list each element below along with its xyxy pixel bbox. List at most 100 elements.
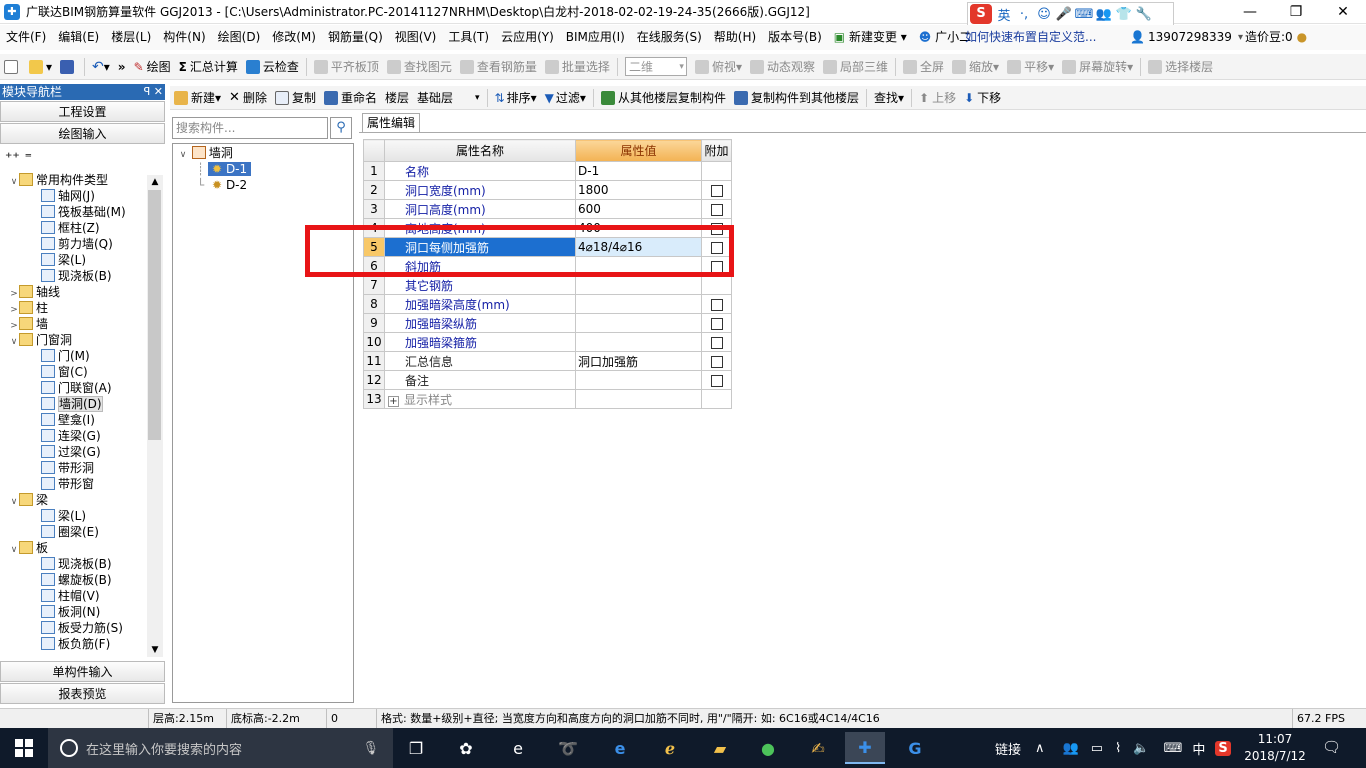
attach-checkbox[interactable] (710, 355, 723, 368)
module-tree-item[interactable]: 门(M) (3, 348, 163, 364)
property-value-cell[interactable]: D-1 (575, 161, 702, 181)
header-attach[interactable]: 附加 (701, 139, 732, 162)
user-phone[interactable]: 13907298339 (1148, 25, 1232, 50)
tree-scrollbar[interactable]: ▲ ▼ (147, 175, 163, 657)
people-icon[interactable]: 👥 (1063, 741, 1079, 756)
component-item-d1[interactable]: ┊ ✹ D-1 (173, 161, 353, 177)
property-row-number[interactable]: 1 (363, 161, 385, 181)
microphone-icon[interactable]: 🎙 (362, 741, 379, 756)
property-row-number[interactable]: 12 (363, 370, 385, 390)
property-row[interactable]: 11 汇总信息 洞口加强筋 (363, 351, 732, 371)
module-tree-item[interactable]: 门联窗(A) (3, 380, 163, 396)
pan-button[interactable]: 平移 ▾ (1003, 56, 1058, 78)
property-row-number[interactable]: 3 (363, 199, 385, 219)
tray-links-label[interactable]: 链接 (995, 739, 1021, 758)
menu-tools[interactable]: 工具(T) (442, 25, 495, 50)
open-file-button[interactable]: ▾ (25, 56, 56, 78)
sort-button[interactable]: ⇅ 排序 ▾ (491, 87, 541, 109)
help-link[interactable]: 如何快速布置自定义范... (965, 25, 1096, 50)
rename-button[interactable]: 重命名 (320, 87, 381, 109)
new-component-button[interactable]: 新建 ▾ (170, 87, 225, 109)
find-element-button[interactable]: 查找图元 (383, 56, 456, 78)
notes-app-icon[interactable]: ✍ (798, 732, 838, 764)
usb-icon[interactable]: ▭ (1091, 741, 1103, 756)
property-row-number[interactable]: 2 (363, 180, 385, 200)
edge-browser-icon[interactable]: e (600, 732, 640, 764)
move-down-button[interactable]: ⬇ 下移 (960, 87, 1005, 109)
property-name-cell[interactable]: + 显示样式 (384, 389, 576, 409)
scroll-thumb[interactable] (148, 190, 161, 440)
property-row[interactable]: 1 名称 D-1 (363, 161, 732, 181)
glodon-app-icon[interactable]: ✚ (845, 732, 885, 764)
attach-checkbox[interactable] (710, 317, 723, 330)
new-file-button[interactable] (0, 56, 25, 78)
copy-to-floor-button[interactable]: 复制构件到其他楼层 (730, 87, 863, 109)
header-property-name[interactable]: 属性名称 (384, 139, 576, 162)
toolbar-overflow[interactable]: » (114, 56, 130, 78)
report-preview-button[interactable]: 报表预览 (0, 683, 165, 704)
sum-calc-button[interactable]: Σ 汇总计算 (175, 56, 242, 78)
menu-new-change[interactable]: ▣ 新建变更 ▾ (828, 25, 913, 50)
attach-checkbox[interactable] (710, 374, 723, 387)
property-name-cell[interactable]: 备注 (384, 370, 576, 390)
wifi-icon[interactable]: ⌇ (1115, 741, 1121, 756)
component-item-d2[interactable]: └ ✹ D-2 (173, 177, 353, 193)
module-tree-item[interactable]: ∨ 板 (3, 540, 163, 556)
header-property-value[interactable]: 属性值 (575, 139, 702, 162)
attach-checkbox[interactable] (710, 336, 723, 349)
undo-button[interactable]: ↶ ▾ (88, 56, 114, 78)
move-up-button[interactable]: ⬆ 上移 (915, 87, 960, 109)
zoom-button[interactable]: 缩放 ▾ (948, 56, 1003, 78)
module-tree-item[interactable]: ∨ 门窗洞 (3, 332, 163, 348)
menu-draw[interactable]: 绘图(D) (212, 25, 267, 50)
property-value-cell[interactable]: 1800 (575, 180, 702, 200)
draw-button[interactable]: ✎ 绘图 (130, 56, 175, 78)
floor-select[interactable]: 基础层 ▾ (413, 87, 484, 109)
property-name-cell[interactable]: 名称 (384, 161, 576, 181)
module-tree-item[interactable]: 轴网(J) (3, 188, 163, 204)
module-tree-item[interactable]: 板负筋(F) (3, 636, 163, 652)
scroll-down-icon[interactable]: ▼ (147, 643, 163, 657)
volume-icon[interactable]: 🔈 (1133, 741, 1149, 756)
task-view-icon[interactable]: ❐ (396, 732, 436, 764)
module-tree-item[interactable]: 壁龛(I) (3, 412, 163, 428)
menu-version[interactable]: 版本号(B) (762, 25, 828, 50)
module-tree-item[interactable]: 柱帽(V) (3, 588, 163, 604)
property-row-number[interactable]: 7 (363, 275, 385, 295)
keyboard-icon[interactable]: ⌨ (1074, 7, 1094, 22)
property-row-number[interactable]: 11 (363, 351, 385, 371)
copy-button[interactable]: 复制 (271, 87, 320, 109)
save-button[interactable] (56, 56, 81, 78)
property-name-cell[interactable]: 洞口高度(mm) (384, 199, 576, 219)
module-tree-item[interactable]: 螺旋板(B) (3, 572, 163, 588)
windows-start-icon[interactable] (0, 728, 48, 768)
module-tree-item[interactable]: 窗(C) (3, 364, 163, 380)
local-3d-button[interactable]: 局部三维 (819, 56, 892, 78)
module-tree-item[interactable]: > 墙 (3, 316, 163, 332)
property-name-cell[interactable]: 洞口宽度(mm) (384, 180, 576, 200)
view-rebar-button[interactable]: 查看钢筋量 (456, 56, 541, 78)
property-row[interactable]: 12 备注 (363, 370, 732, 390)
menu-cloud[interactable]: 云应用(Y) (495, 25, 560, 50)
property-value-cell[interactable] (575, 332, 702, 352)
browser-360-icon[interactable]: ● (748, 732, 788, 764)
chevron-up-icon[interactable]: ∧ (1035, 741, 1045, 756)
keyboard-icon[interactable]: ⌨ (1164, 741, 1183, 756)
menu-rebar[interactable]: 钢筋量(Q) (322, 25, 389, 50)
pin-close-icons[interactable]: ꟼ ✕ (144, 84, 163, 100)
property-value-cell[interactable] (575, 389, 702, 409)
ie-browser-icon[interactable]: e (498, 732, 538, 764)
glodon-g-app-icon[interactable]: G (895, 732, 935, 764)
property-row-number[interactable]: 8 (363, 294, 385, 314)
property-name-cell[interactable]: 加强暗梁高度(mm) (384, 294, 576, 314)
module-tree-item[interactable]: 圈梁(E) (3, 524, 163, 540)
property-name-cell[interactable]: 汇总信息 (384, 351, 576, 371)
menu-bim[interactable]: BIM应用(I) (560, 25, 631, 50)
property-row[interactable]: 9 加强暗梁纵筋 (363, 313, 732, 333)
property-value-cell[interactable] (575, 370, 702, 390)
search-icon[interactable]: ⚲ (330, 117, 352, 139)
taskbar-search-box[interactable]: 在这里输入你要搜索的内容 🎙 (48, 728, 393, 768)
expand-all-icon[interactable]: ⁺⁺ (5, 150, 20, 166)
tree-root-wall-hole[interactable]: ∨ 墙洞 (173, 145, 353, 161)
file-explorer-icon[interactable]: ▰ (700, 732, 740, 764)
